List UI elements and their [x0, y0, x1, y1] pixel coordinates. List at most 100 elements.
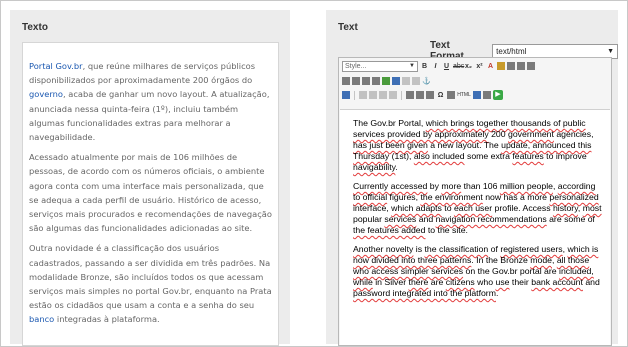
text-run: now has a more [482, 192, 550, 202]
blockquote-icon[interactable] [392, 77, 400, 85]
text-run: their [509, 277, 532, 287]
text-run: by [427, 181, 442, 191]
superscript-icon[interactable]: x² [475, 62, 484, 71]
style-dropdown[interactable]: Style... ▼ [342, 60, 418, 72]
paste-text-icon[interactable] [389, 91, 397, 99]
fullscreen-icon[interactable] [473, 91, 481, 99]
list-icon[interactable] [352, 77, 360, 85]
cut-icon[interactable] [359, 91, 367, 99]
text-run: interface, [353, 203, 392, 213]
indent-icon[interactable] [382, 77, 390, 85]
toolbar-separator [354, 90, 355, 100]
portal-link[interactable]: Portal Gov.br [29, 61, 83, 71]
subscript-icon[interactable]: x₂ [464, 62, 473, 71]
flagged-word: citizens [445, 277, 475, 287]
governo-link[interactable]: governo [29, 89, 63, 99]
text-run: is [413, 244, 425, 254]
text-run: are some of [546, 214, 595, 224]
flagged-word: Currently accessed [353, 181, 428, 191]
text-run: some extra [464, 151, 513, 161]
flagged-word: each user [453, 203, 493, 213]
bold-icon[interactable]: B [420, 62, 429, 71]
flagged-word: history [552, 203, 578, 213]
numbered-list-icon[interactable] [362, 77, 370, 85]
source-text-box[interactable]: Portal Gov.br, que reúne milhares de ser… [22, 42, 279, 346]
text-run: to improve [543, 151, 587, 161]
special-char-box-icon[interactable] [426, 91, 434, 99]
flagged-word: Another novelty [353, 244, 414, 254]
flagged-word: more [441, 181, 462, 191]
outdent-icon[interactable] [372, 77, 380, 85]
copy-icon[interactable] [369, 91, 377, 99]
bg-color-icon[interactable] [497, 62, 505, 70]
clear-format-icon[interactable] [483, 91, 491, 99]
align-left-icon[interactable] [507, 62, 515, 70]
source-text-title: Texto [22, 22, 48, 33]
translation-title: Text [338, 22, 358, 33]
strike-icon[interactable]: abc [453, 62, 464, 71]
text-format-value: text/html [496, 46, 527, 56]
editor-content[interactable]: The Gov.br Portal, which brings together… [340, 109, 610, 345]
style-dropdown-value: Style... [345, 62, 367, 70]
chevron-down-icon: ▼ [607, 47, 614, 55]
text-run: Outra novidade é a classificação dos usu… [29, 243, 272, 311]
text-run: , acaba de ganhar um novo layout. A atua… [29, 89, 270, 143]
source-text-panel: Texto Portal Gov.br, que reúne milhares … [10, 10, 290, 346]
unlink-icon[interactable] [412, 77, 420, 85]
flagged-word: registered users [500, 244, 563, 254]
table-icon[interactable] [406, 91, 414, 99]
text-run: in Silver [372, 277, 409, 287]
text-run: The Gov.br Portal, [353, 118, 426, 128]
flagged-word: has just been given [353, 140, 428, 150]
text-run: . [495, 288, 499, 298]
rich-text-editor: Style... ▼ B I U abc x₂ x² A ⚓ Ω HTML ▶ … [338, 57, 612, 346]
preview-icon[interactable]: ▶ [493, 90, 503, 100]
text-run: and [582, 277, 600, 287]
text-run: (1st), [389, 151, 414, 161]
flagged-word: most [582, 203, 602, 213]
flagged-word: which adapts [391, 203, 442, 213]
chevron-down-icon: ▼ [409, 63, 415, 69]
text-run: a new layout. The [427, 140, 502, 150]
flagged-word: bank account [531, 277, 583, 287]
flagged-word: navigability [353, 162, 396, 172]
align-justify-icon[interactable] [342, 77, 350, 85]
toolbar-row-1: Style... ▼ B I U abc x₂ x² A [342, 60, 535, 72]
source-paragraph: Portal Gov.br, que reúne milhares de ser… [29, 59, 272, 144]
omega-icon[interactable]: Ω [436, 91, 445, 100]
flagged-word: the classification [424, 244, 489, 254]
image-icon[interactable] [342, 91, 350, 99]
text-run: than 106 [461, 181, 500, 191]
text-run: integradas à plataforma. [54, 314, 160, 325]
flagged-word: personalized [549, 192, 599, 202]
flagged-word: there [408, 277, 429, 287]
paste-icon[interactable] [379, 91, 387, 99]
align-center-icon[interactable] [517, 62, 525, 70]
flagged-word: services [384, 214, 417, 224]
text-run: to [441, 203, 454, 213]
html-icon[interactable]: HTML [457, 91, 471, 100]
flagged-word: navigation recommendations [435, 214, 547, 224]
hr-icon[interactable] [416, 91, 424, 99]
text-run: popular [353, 214, 385, 224]
find-icon[interactable] [447, 91, 455, 99]
anchor-icon[interactable]: ⚓ [422, 77, 431, 86]
underline-icon[interactable]: U [442, 62, 451, 71]
link-icon[interactable] [402, 77, 410, 85]
text-color-icon[interactable]: A [486, 62, 495, 71]
source-paragraph: Acessado atualmente por mais de 106 milh… [29, 152, 272, 234]
flagged-word: government [508, 129, 554, 139]
translated-paragraph: Another novelty is the classification of… [353, 244, 602, 299]
flagged-word: the features added [353, 225, 426, 235]
text-run: . In the Bronze [471, 255, 531, 265]
source-text-content: Portal Gov.br, que reúne milhares de ser… [23, 43, 278, 327]
translated-paragraph: The Gov.br Portal, which brings together… [353, 118, 602, 173]
banco-link[interactable]: banco [29, 314, 54, 324]
italic-icon[interactable]: I [431, 62, 440, 71]
text-run: to the site. [425, 225, 468, 235]
text-run: on the Gov.br portal are [463, 266, 560, 276]
align-right-icon[interactable] [527, 62, 535, 70]
text-run: agencies, [553, 129, 594, 139]
translation-panel: Text Text Format text/html ▼ Style... ▼ … [326, 10, 618, 346]
text-run: . [395, 162, 398, 172]
